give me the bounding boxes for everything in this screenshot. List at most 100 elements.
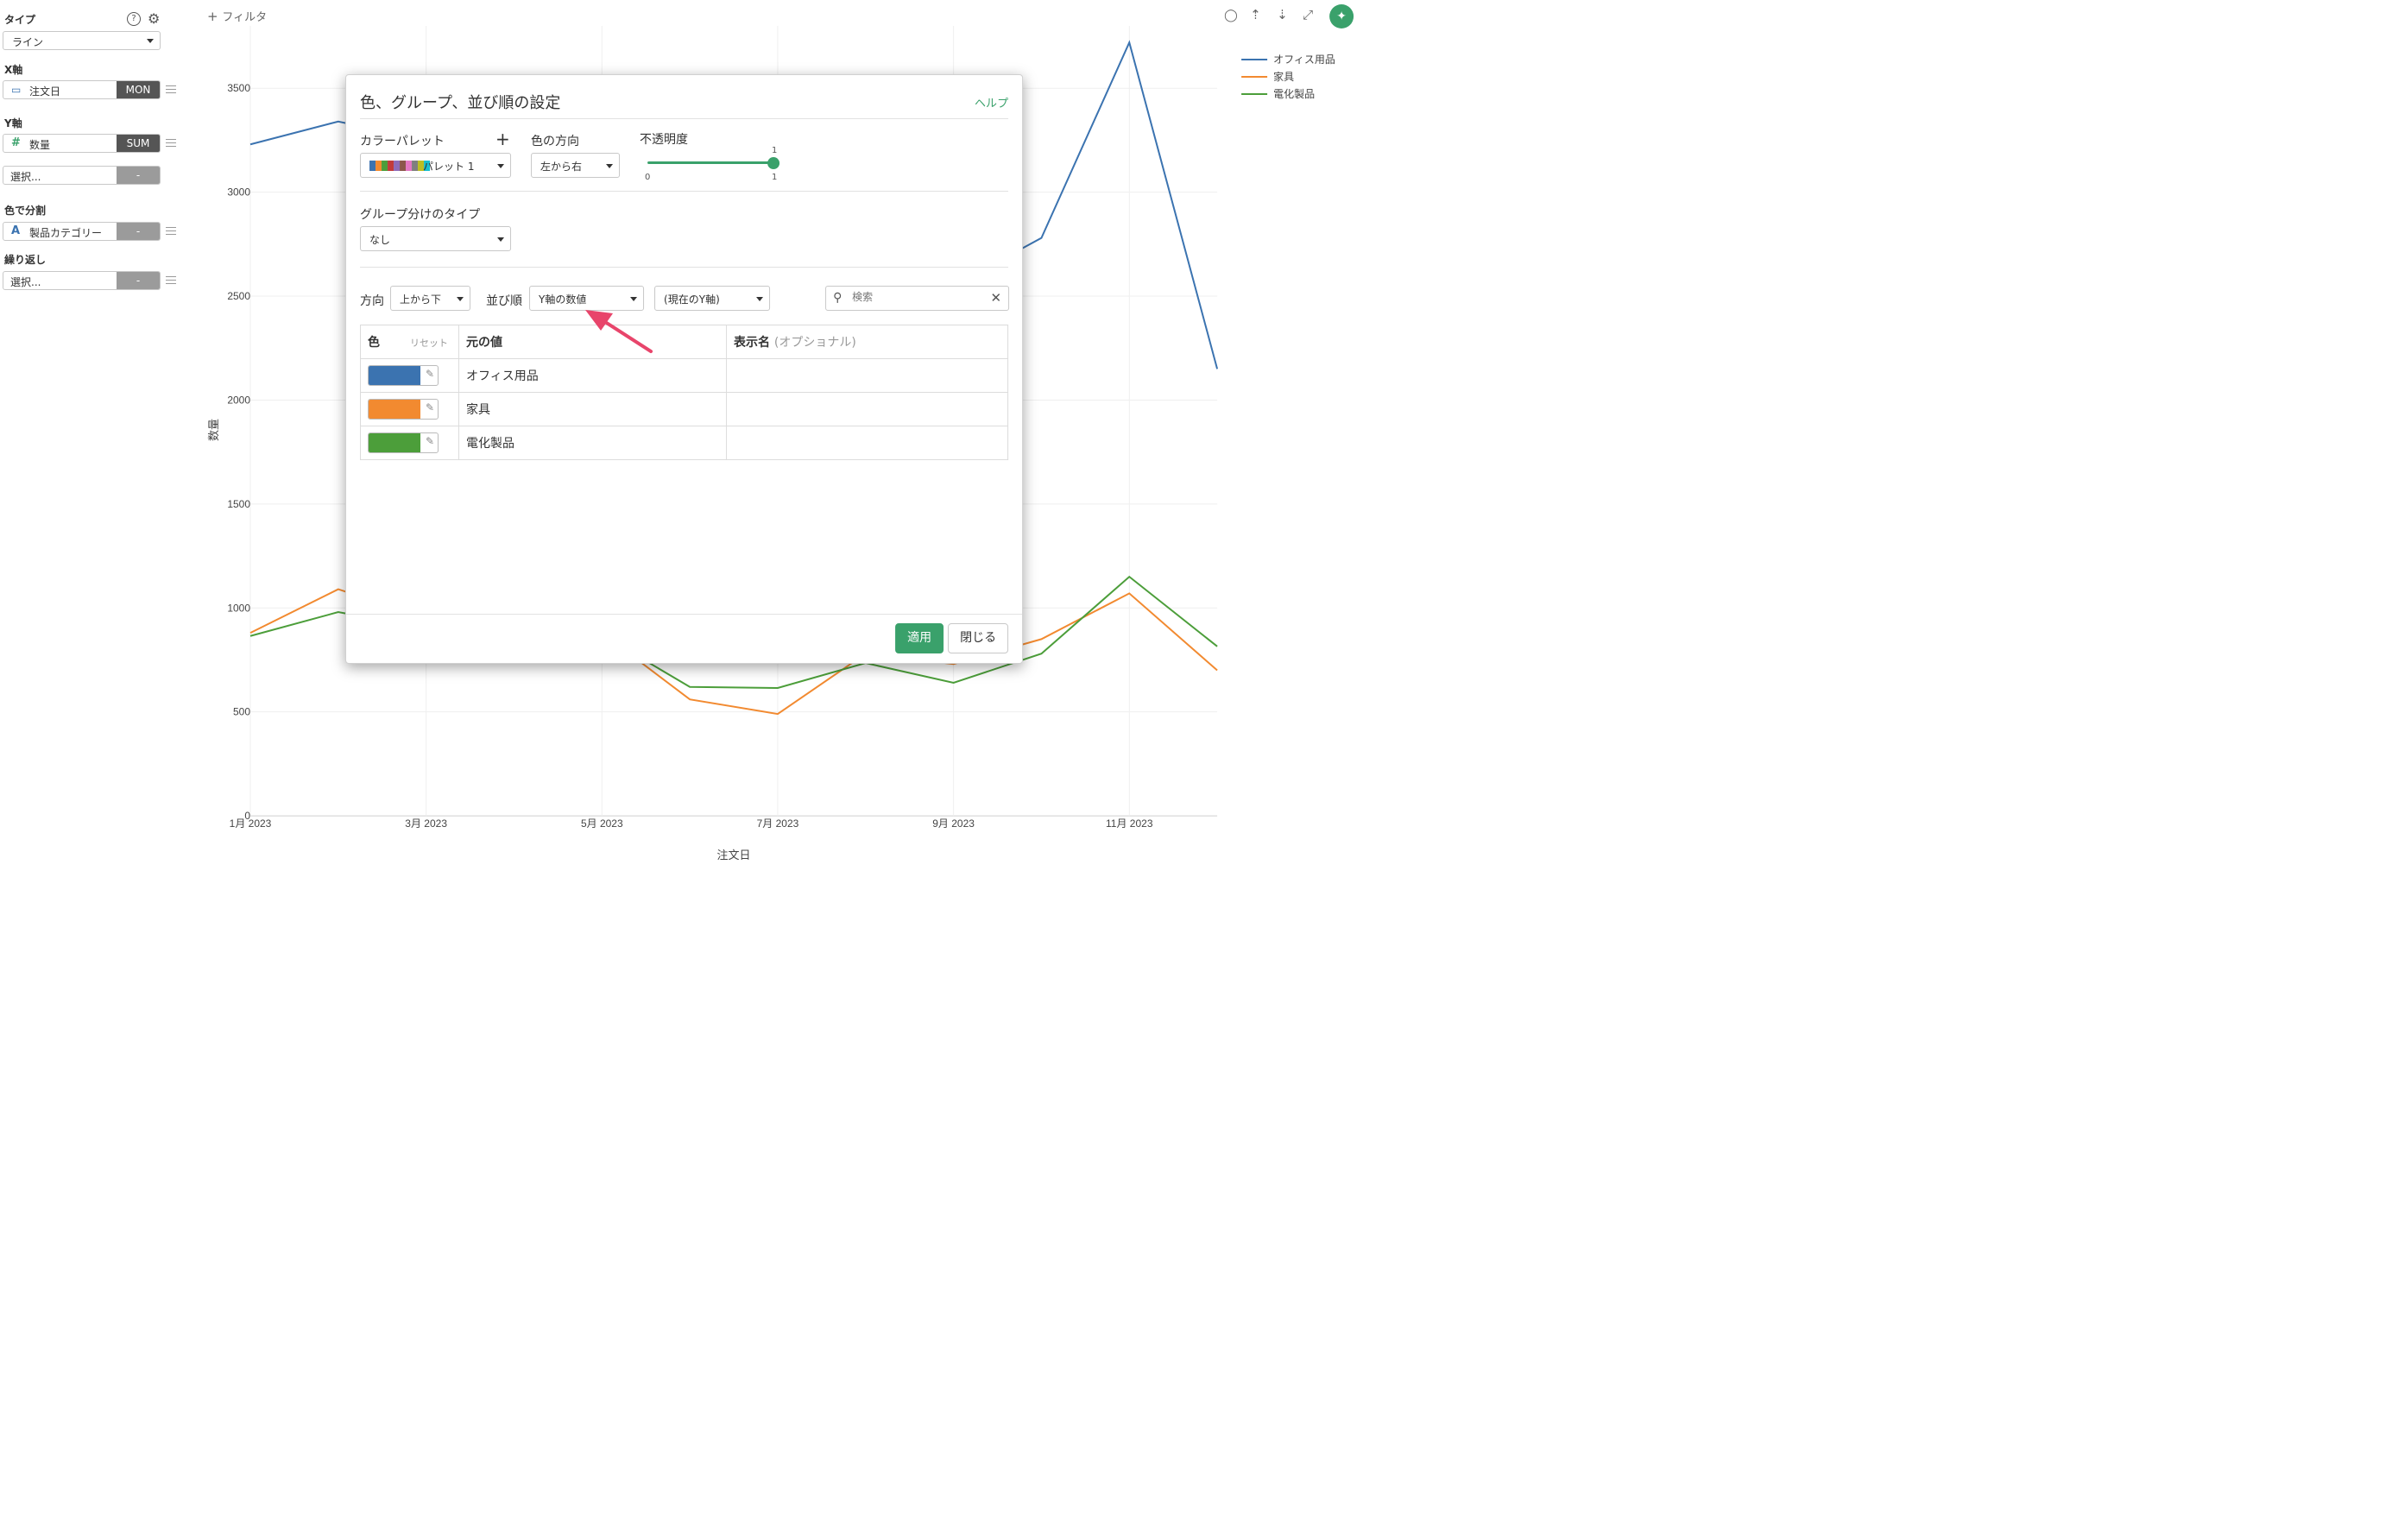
search-input[interactable] <box>850 290 984 305</box>
chevron-down-icon <box>457 297 464 302</box>
color-picker[interactable]: ✎ <box>368 432 439 454</box>
color-cell: ✎ <box>360 392 460 427</box>
dialog-title: 色、グループ、並び順の設定 <box>360 94 561 113</box>
color-picker[interactable]: ✎ <box>368 365 439 387</box>
eyedropper-icon[interactable]: ✎ <box>426 401 434 413</box>
opacity-slider[interactable] <box>647 161 776 165</box>
x-axis-title: 注文日 <box>717 849 751 862</box>
color-column-header: 色 リセット <box>360 325 460 360</box>
palette-swatch <box>382 161 388 172</box>
original-value-cell: オフィス用品 <box>458 358 728 394</box>
group-type-select[interactable]: なし <box>360 226 512 252</box>
opacity-label: 不透明度 <box>640 133 689 148</box>
color-cell: ✎ <box>360 358 460 394</box>
y-tick-label: 1500 <box>227 498 250 510</box>
x-tick-label: 9月 2023 <box>932 817 975 830</box>
x-tick-label: 1月 2023 <box>230 817 272 830</box>
palette-value: パレット 1 <box>423 161 475 174</box>
palette-swatch <box>388 161 394 172</box>
palette-select[interactable]: パレット 1 <box>360 153 512 179</box>
reset-link[interactable]: リセット <box>410 336 448 350</box>
legend-label: 家具 <box>1273 70 1294 83</box>
chart-legend: オフィス用品家具電化製品 <box>1241 54 1335 100</box>
display-name-cell[interactable] <box>726 358 1009 394</box>
palette-swatch <box>394 161 401 172</box>
y-tick-label: 500 <box>233 706 250 718</box>
color-fill <box>369 400 421 420</box>
color-direction-label: 色の方向 <box>531 135 580 149</box>
x-tick-label: 5月 2023 <box>581 817 623 830</box>
sort-axis-select[interactable]: (現在のY軸) <box>654 286 771 312</box>
color-fill <box>369 366 421 386</box>
arrow-head <box>585 310 614 331</box>
apply-button[interactable]: 適用 <box>895 623 944 654</box>
x-tick-label: 7月 2023 <box>757 817 799 830</box>
x-tick-label: 11月 2023 <box>1106 817 1153 830</box>
table-header-row: 色 リセット 元の値 表示名 (オプショナル) <box>360 325 1009 360</box>
palette-swatch <box>412 161 419 172</box>
palette-label: カラーパレット <box>360 135 445 149</box>
color-header-label: 色 <box>368 336 381 350</box>
y-tick-label: 3500 <box>227 82 250 94</box>
help-link[interactable]: ヘルプ <box>975 94 1008 110</box>
y-tick-label: 1000 <box>227 602 250 614</box>
color-cell: ✎ <box>360 426 460 461</box>
legend-label: 電化製品 <box>1273 88 1315 100</box>
display-name-cell[interactable] <box>726 392 1009 427</box>
table-row: ✎ 家具 <box>360 392 1009 427</box>
group-type-label: グループ分けのタイプ <box>360 208 481 223</box>
display-name-header: 表示名 (オプショナル) <box>726 325 1009 360</box>
original-value-cell: 電化製品 <box>458 426 728 461</box>
chevron-down-icon <box>497 237 505 243</box>
y-tick-label: 2000 <box>227 394 250 406</box>
annotation-arrow <box>585 310 653 354</box>
opacity-current-value: 1 <box>772 146 778 156</box>
color-direction-value: 左から右 <box>540 161 583 174</box>
opacity-min: 0 <box>645 173 651 183</box>
search-box[interactable]: ⚲ ✕ <box>825 286 1010 312</box>
table-row: ✎ オフィス用品 <box>360 358 1009 394</box>
palette-swatches <box>369 161 431 174</box>
palette-swatch <box>375 161 382 172</box>
divider <box>346 614 1023 615</box>
sort-axis-value: (現在のY軸) <box>664 293 720 306</box>
sort-order-label: 並び順 <box>486 294 523 309</box>
add-palette-icon[interactable]: + <box>495 129 510 149</box>
chevron-down-icon <box>756 297 764 302</box>
display-name-cell[interactable] <box>726 426 1009 461</box>
original-value-cell: 家具 <box>458 392 728 427</box>
table-row: ✎ 電化製品 <box>360 426 1009 461</box>
palette-swatch <box>369 161 376 172</box>
color-mapping-table: 色 リセット 元の値 表示名 (オプショナル) ✎ オフィス用品 ✎ 家具 ✎ 電化製品 <box>360 325 1009 461</box>
search-icon: ⚲ <box>833 291 842 306</box>
x-tick-label: 3月 2023 <box>405 817 447 830</box>
opacity-max: 1 <box>772 173 778 183</box>
arrow-shaft <box>601 319 653 354</box>
divider <box>360 191 1009 192</box>
opacity-slider-handle[interactable] <box>767 157 780 170</box>
close-button[interactable]: 閉じる <box>948 623 1009 654</box>
sort-direction-label: 方向 <box>360 294 385 309</box>
eyedropper-icon[interactable]: ✎ <box>426 368 434 380</box>
color-picker[interactable]: ✎ <box>368 399 439 420</box>
color-fill <box>369 433 421 453</box>
divider <box>360 118 1009 120</box>
color-group-sort-dialog: 色、グループ、並び順の設定 ヘルプ カラーパレット + パレット 1 色の方向 … <box>345 74 1024 665</box>
optional-label: (オプショナル) <box>773 336 856 350</box>
chevron-down-icon <box>497 164 505 169</box>
palette-swatch <box>406 161 413 172</box>
chevron-down-icon <box>606 164 614 169</box>
color-direction-select[interactable]: 左から右 <box>531 153 621 179</box>
sort-direction-value: 上から下 <box>400 293 442 306</box>
eyedropper-icon[interactable]: ✎ <box>426 435 434 447</box>
clear-icon[interactable]: ✕ <box>991 290 1002 306</box>
group-type-value: なし <box>369 234 391 247</box>
y-tick-labels: 0500100015002000250030003500 <box>227 82 250 822</box>
legend-label: オフィス用品 <box>1273 54 1335 66</box>
sort-direction-select[interactable]: 上から下 <box>390 286 471 312</box>
display-name-label: 表示名 <box>734 336 771 350</box>
y-axis-title: 数量 <box>207 419 220 441</box>
palette-swatch <box>400 161 407 172</box>
y-tick-label: 3000 <box>227 186 250 199</box>
divider <box>360 267 1009 268</box>
